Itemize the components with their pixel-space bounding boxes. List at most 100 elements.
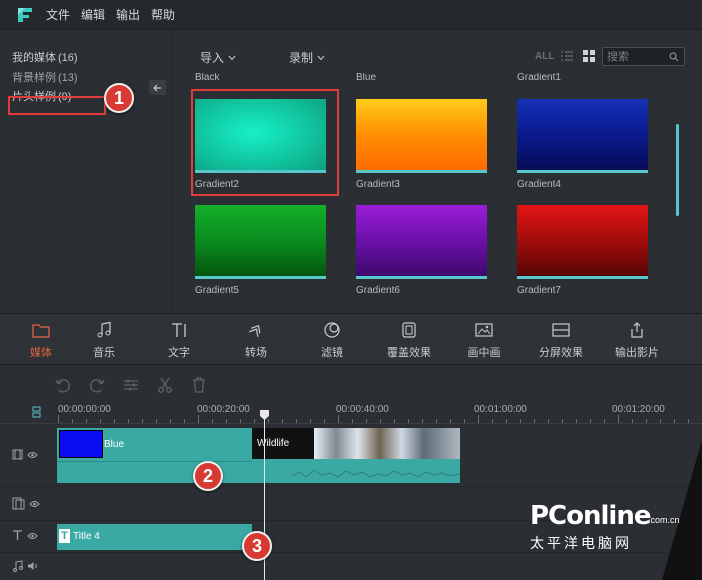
eye-icon[interactable]	[27, 451, 38, 459]
eye-icon[interactable]	[27, 532, 38, 540]
tool-label: 音乐	[93, 347, 115, 359]
ruler-tick	[296, 419, 297, 423]
tool-picture-in-picture[interactable]: 画中画	[454, 321, 514, 360]
category-background-samples[interactable]: 背景样例 (13)	[12, 69, 78, 85]
video-editor-window: 文件 编辑 输出 帮助 我的媒体 (16) 背景样例 (13) 片头样例 (9) 导入	[0, 0, 702, 580]
cut-icon[interactable]	[156, 376, 174, 394]
ruler-tick	[380, 419, 381, 423]
media-category-panel: 我的媒体 (16) 背景样例 (13) 片头样例 (9)	[0, 31, 172, 336]
ruler-tick	[590, 419, 591, 423]
category-my-media[interactable]: 我的媒体 (16)	[12, 49, 78, 65]
ruler-tick	[254, 419, 255, 423]
category-count: (13)	[58, 72, 78, 84]
menu-file[interactable]: 文件	[46, 6, 70, 23]
collapse-panel-button[interactable]	[149, 80, 166, 95]
redo-icon[interactable]	[88, 376, 106, 394]
menu-export[interactable]: 输出	[116, 6, 140, 23]
media-label-blue: Blue	[356, 73, 377, 83]
tool-text[interactable]: 文字	[149, 321, 209, 360]
ruler-tick	[100, 419, 101, 423]
tool-export[interactable]: 输出影片	[607, 321, 667, 360]
record-button[interactable]: 录制	[289, 49, 325, 66]
import-label: 导入	[200, 51, 225, 65]
eye-icon[interactable]	[29, 500, 40, 508]
clip-name: Blue	[104, 439, 125, 450]
category-label: 背景样例	[12, 72, 56, 84]
tool-label: 滤镜	[321, 347, 343, 359]
callout-3: 3	[242, 531, 272, 561]
ruler-tick	[310, 419, 311, 423]
media-thumb-gradient6[interactable]	[356, 205, 487, 279]
picture-in-picture-icon	[475, 323, 493, 337]
search-input[interactable]	[607, 50, 667, 63]
tool-label: 输出影片	[615, 347, 659, 359]
split-screen-icon	[552, 323, 570, 337]
media-thumb-gradient3[interactable]	[356, 99, 487, 173]
tool-music[interactable]: 音乐	[74, 321, 134, 360]
app-logo-icon	[16, 6, 34, 24]
ruler-tick	[534, 419, 535, 423]
record-label: 录制	[289, 51, 314, 65]
tool-media[interactable]: 媒体	[11, 321, 71, 360]
ruler-tick	[506, 419, 507, 423]
snap-icon[interactable]	[32, 406, 41, 418]
title-clip-icon: T	[59, 529, 70, 543]
media-thumb-gradient4[interactable]	[517, 99, 648, 173]
ruler-tick	[618, 415, 619, 423]
tool-label: 文字	[168, 347, 190, 359]
category-count: (16)	[58, 52, 78, 64]
ruler-tick	[240, 419, 241, 423]
tool-split-screen[interactable]: 分屏效果	[531, 321, 591, 360]
timeline-ruler[interactable]: 00:00:00:00 00:00:20:00 00:00:40:00 00:0…	[0, 400, 702, 424]
speaker-icon[interactable]	[27, 561, 39, 571]
ruler-tick	[576, 419, 577, 423]
tool-overlay[interactable]: 覆盖效果	[379, 321, 439, 360]
callout-1: 1	[104, 83, 134, 113]
media-label-black: Black	[195, 73, 220, 83]
tool-filter[interactable]: 滤镜	[302, 321, 362, 360]
list-view-icon[interactable]	[561, 51, 573, 61]
callout-2: 2	[193, 461, 223, 491]
filter-all-button[interactable]: ALL	[535, 51, 554, 62]
grid-view-icon[interactable]	[583, 50, 595, 62]
ruler-tick	[478, 415, 479, 423]
adjust-icon[interactable]	[122, 376, 140, 394]
media-thumb-gradient5[interactable]	[195, 205, 326, 279]
menu-help[interactable]: 帮助	[151, 6, 175, 23]
ruler-label: 00:00:20:00	[197, 404, 250, 415]
ruler-tick	[520, 419, 521, 423]
import-button[interactable]: 导入	[200, 49, 236, 66]
timeline-actions	[54, 376, 208, 394]
media-thumb-gradient7[interactable]	[517, 205, 648, 279]
tool-label: 媒体	[30, 347, 52, 359]
media-label-gradient6: Gradient6	[356, 285, 400, 296]
search-box[interactable]	[602, 47, 685, 66]
tool-label: 转场	[245, 347, 267, 359]
ruler-tick	[128, 419, 129, 423]
title-track-icon	[13, 530, 22, 540]
ruler-tick	[226, 419, 227, 423]
media-label-gradient4: Gradient4	[517, 179, 561, 190]
clip-title[interactable]: T Title 4	[57, 524, 252, 550]
media-library: 导入 录制 ALL Black Blue Gradient1 Gradient2…	[173, 31, 702, 313]
ruler-tick	[674, 419, 675, 423]
music-note-icon	[13, 560, 23, 572]
clip-thumbnail	[59, 430, 103, 458]
media-label-gradient3: Gradient3	[356, 179, 400, 190]
ruler-tick	[156, 419, 157, 423]
tool-transition[interactable]: 转场	[226, 321, 286, 360]
ruler-tick	[86, 419, 87, 423]
ruler-tick	[352, 419, 353, 423]
ruler-tick	[184, 419, 185, 423]
menu-edit[interactable]: 编辑	[81, 6, 105, 23]
media-scrollbar[interactable]	[676, 124, 679, 216]
delete-icon[interactable]	[190, 376, 208, 394]
tool-label: 画中画	[467, 347, 501, 359]
ruler-tick	[268, 419, 269, 423]
undo-icon[interactable]	[54, 376, 72, 394]
folder-icon	[32, 324, 50, 338]
clip-wildlife[interactable]: Wildlife	[252, 428, 460, 483]
ruler-tick	[282, 419, 283, 423]
media-grid: Black Blue Gradient1 Gradient2 Gradient3…	[173, 73, 673, 313]
search-icon	[669, 52, 679, 62]
